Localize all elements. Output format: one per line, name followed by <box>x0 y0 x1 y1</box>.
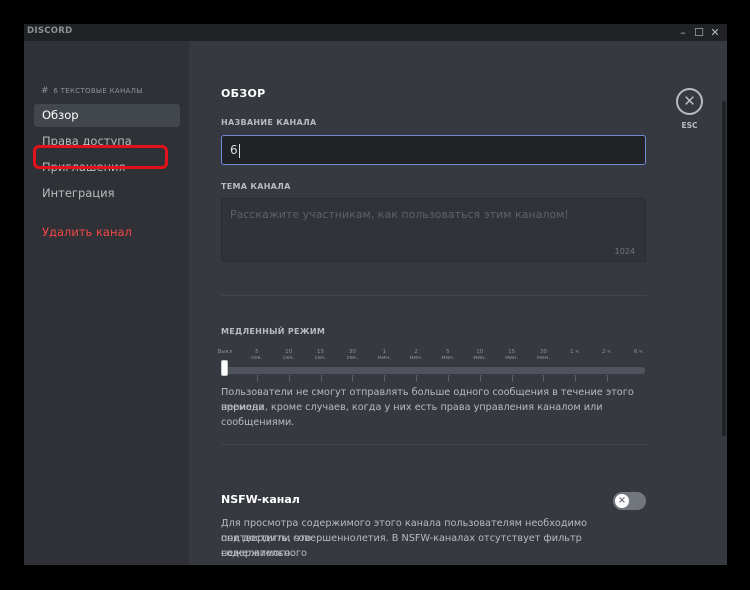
text-caret <box>238 143 240 158</box>
tick-unit: мин. <box>505 355 519 361</box>
scrollbar[interactable] <box>722 41 726 565</box>
title-bar: DISCORD – ☐ ✕ <box>24 24 727 41</box>
tick-value: 1 ч. <box>570 349 581 355</box>
slowmode-tick-label: 30 сек. <box>347 349 358 361</box>
slider-tick-mark <box>320 375 322 382</box>
esc-label: ESC <box>681 121 698 130</box>
window-close-button[interactable]: ✕ <box>704 24 726 41</box>
slider-tick-mark <box>575 375 577 382</box>
slowmode-tick-label: 10 сек. <box>283 349 294 361</box>
tick-unit: сек. <box>282 355 295 361</box>
tick-unit: мин. <box>409 355 423 361</box>
slowmode-tick-label: 5 сек. <box>251 349 262 361</box>
sidebar-item-overview[interactable]: Обзор <box>34 104 180 127</box>
slowmode-tick-label: 1 ч. <box>570 349 580 355</box>
slider-tick-mark <box>256 375 258 382</box>
sidebar-header: # 6 ТЕКСТОВЫЕ КАНАЛЫ <box>41 86 143 96</box>
tick-unit: сек. <box>346 355 359 361</box>
tick-unit: мин. <box>377 355 391 361</box>
tick-unit: мин. <box>441 355 455 361</box>
slowmode-description-line-2: времени, кроме случаев, когда у них есть… <box>221 402 603 428</box>
discord-logo: DISCORD <box>27 26 73 36</box>
character-counter: 1024 <box>614 247 635 256</box>
toggle-x-icon: × <box>615 494 629 508</box>
tick-unit: мин. <box>536 355 550 361</box>
tick-unit: сек. <box>251 355 263 361</box>
slider-tick-mark <box>511 375 513 382</box>
slowmode-tick-label: 6 ч. <box>634 349 644 355</box>
slider-tick-mark <box>479 375 481 382</box>
slider-tick-mark <box>447 375 449 382</box>
divider <box>221 444 646 445</box>
hash-icon: # <box>41 86 49 96</box>
slider-tick-mark <box>352 375 354 382</box>
slider-tick-mark <box>543 375 545 382</box>
channel-topic-input[interactable]: Расскажите участникам, как пользоваться … <box>221 198 646 262</box>
slowmode-tick-label: 2 ч. <box>602 349 612 355</box>
nsfw-title: NSFW-канал <box>221 493 300 506</box>
channel-name-value: 6 <box>230 143 238 157</box>
divider <box>221 295 646 296</box>
nsfw-toggle[interactable]: × <box>613 492 646 510</box>
tick-value: 6 ч. <box>633 349 645 355</box>
close-icon: ✕ <box>683 92 696 110</box>
settings-sidebar: # 6 ТЕКСТОВЫЕ КАНАЛЫ Обзор Права доступа… <box>24 41 189 565</box>
tick-unit: сек. <box>314 355 327 361</box>
slowmode-slider-handle[interactable] <box>221 360 228 376</box>
channel-topic-label: ТЕМА КАНАЛА <box>221 182 291 191</box>
slowmode-tick-label: 10 мин. <box>473 349 486 361</box>
channel-name-label: НАЗВАНИЕ КАНАЛА <box>221 118 317 127</box>
slider-tick-mark <box>384 375 386 382</box>
slider-tick-mark <box>607 375 609 382</box>
slowmode-tick-label: 30 мин. <box>537 349 550 361</box>
slowmode-tick-label: 5 мин. <box>441 349 454 361</box>
close-settings-button[interactable]: ✕ <box>676 88 703 115</box>
slowmode-slider-track[interactable] <box>221 367 645 374</box>
slowmode-tick-label: 15 сек. <box>315 349 326 361</box>
scrollbar-thumb[interactable] <box>722 101 726 436</box>
category-name: ТЕКСТОВЫЕ КАНАЛЫ <box>60 87 143 95</box>
slowmode-label: МЕДЛЕННЫЙ РЕЖИМ <box>221 327 326 336</box>
slider-tick-mark <box>416 375 418 382</box>
settings-window: DISCORD – ☐ ✕ # 6 ТЕКСТОВЫЕ КАНАЛЫ Обзор… <box>24 24 727 565</box>
tick-unit: мин. <box>473 355 487 361</box>
slowmode-tick-label: Выкл <box>218 349 233 355</box>
highlight-annotation <box>33 145 168 169</box>
tick-value: 2 ч. <box>602 349 613 355</box>
tick-value: Выкл <box>217 349 233 355</box>
sidebar-item-delete-channel[interactable]: Удалить канал <box>34 221 180 244</box>
section-title: ОБЗОР <box>221 87 266 100</box>
slowmode-tick-label: 1 мин. <box>378 349 391 361</box>
settings-content: ОБЗОР НАЗВАНИЕ КАНАЛА 6 ТЕМА КАНАЛА Расс… <box>189 41 727 565</box>
slowmode-tick-label: 15 мин. <box>505 349 518 361</box>
channel-name-input[interactable]: 6 <box>221 135 646 165</box>
sidebar-item-integrations[interactable]: Интеграция <box>34 182 180 205</box>
nsfw-description-line-3: содержимого. <box>221 548 294 559</box>
channel-name: 6 <box>53 87 59 95</box>
slider-tick-mark <box>288 375 290 382</box>
slowmode-tick-label: 2 мин. <box>410 349 423 361</box>
slowmode-tick-labels: Выкл 5 сек. 10 сек. 15 сек. 30 сек. 1 мин. 2 мин. 5 ми… <box>215 349 655 361</box>
topic-placeholder: Расскажите участникам, как пользоваться … <box>230 208 569 221</box>
